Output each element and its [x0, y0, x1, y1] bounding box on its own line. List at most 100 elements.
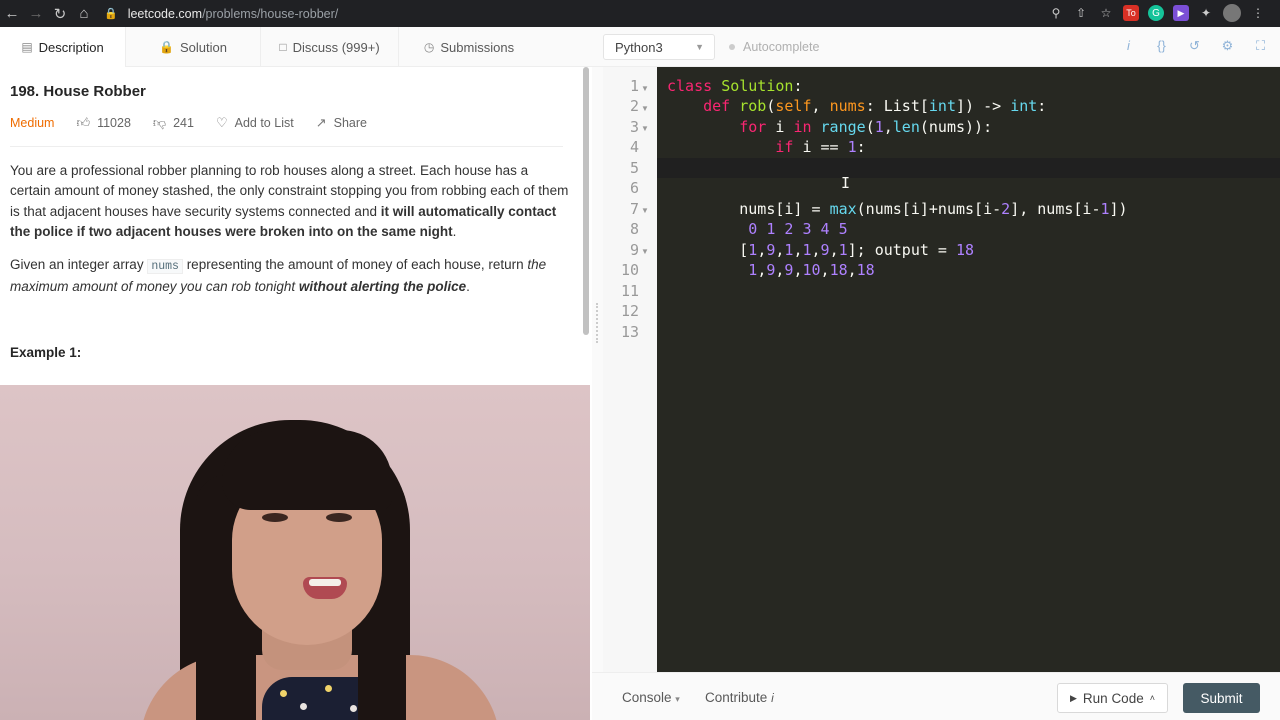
line-number: 12	[620, 302, 639, 320]
panel-splitter[interactable]	[592, 67, 603, 672]
chevron-down-icon: ▾	[675, 694, 680, 704]
fold-arrow-icon[interactable]: ▼	[641, 247, 649, 256]
back-icon[interactable]: ←	[0, 0, 24, 27]
share-button[interactable]: ↗ Share	[316, 115, 367, 131]
share-icon: ↗	[315, 115, 327, 130]
extension-red-icon[interactable]: To	[1123, 5, 1139, 21]
language-select[interactable]: Python3 ▼	[603, 34, 715, 60]
fold-arrow-icon[interactable]: ▼	[641, 104, 649, 113]
heart-icon: ♡	[215, 115, 228, 130]
fold-arrow-icon[interactable]: ▼	[641, 84, 649, 93]
forward-icon[interactable]: →	[24, 0, 48, 27]
code-line-1: class Solution:	[667, 77, 803, 95]
fold-arrow-icon[interactable]: ▼	[641, 206, 649, 215]
code-line-9: [1,9,1,1,9,1]; output = 18	[667, 241, 975, 259]
browser-toolbar: ← → ↻ ⌂ 🔒 leetcode.com /problems/house-r…	[0, 0, 1280, 27]
inline-code: nums	[147, 259, 183, 274]
reload-icon[interactable]: ↻	[48, 0, 72, 27]
extensions-puzzle-icon[interactable]: ✦	[1198, 5, 1214, 21]
line-number-gutter	[603, 67, 657, 672]
problem-description: 198. House Robber Medium 👍︎ 11028 👎︎ 241…	[0, 67, 592, 387]
active-line-highlight	[657, 158, 1280, 178]
webcam-video-overlay	[0, 385, 590, 720]
share-page-icon[interactable]: ⇧	[1073, 5, 1089, 21]
share-label: Share	[333, 116, 367, 130]
divider	[10, 146, 563, 147]
url-path: /problems/house-robber/	[202, 6, 339, 21]
tab-discuss[interactable]: □ Discuss (999+)	[261, 27, 399, 67]
language-select-value: Python3	[615, 39, 663, 55]
extension-purple-icon[interactable]: ▶	[1173, 5, 1189, 21]
example-heading: Example 1:	[10, 345, 82, 360]
add-to-list-label: Add to List	[234, 116, 294, 130]
problem-tabs: ▤ Description 🔒 Solution □ Discuss (999+…	[0, 27, 592, 67]
dislikes-count: 241	[173, 116, 194, 130]
description-scrollbar[interactable]	[583, 67, 589, 335]
profile-avatar-icon[interactable]	[1223, 4, 1241, 22]
info-icon[interactable]: i	[1121, 38, 1136, 54]
problem-meta: Medium 👍︎ 11028 👎︎ 241 ♡ Add to List ↗ S…	[10, 115, 389, 131]
problem-title: 198. House Robber	[10, 83, 146, 100]
lock-icon: 🔒	[159, 40, 174, 54]
tab-description[interactable]: ▤ Description	[0, 27, 126, 67]
add-to-list-button[interactable]: ♡ Add to List	[216, 115, 294, 131]
run-code-button[interactable]: ▶ Run Code ˄	[1057, 683, 1168, 713]
code-line-2: def rob(self, nums: List[int]) -> int:	[703, 97, 1047, 115]
line-number: 9	[629, 241, 639, 259]
tab-description-label: Description	[38, 39, 104, 55]
chat-icon: □	[279, 40, 287, 54]
bookmark-star-icon[interactable]: ☆	[1098, 5, 1114, 21]
tab-solution[interactable]: 🔒 Solution	[126, 27, 261, 67]
clock-icon: ◷	[423, 40, 435, 54]
document-icon: ▤	[21, 40, 33, 54]
code-line-7: nums[i] = max(nums[i]+nums[i-2], nums[i-…	[667, 200, 1128, 218]
submit-button[interactable]: Submit	[1183, 683, 1260, 713]
line-number: 6	[629, 179, 639, 197]
line-number: 5	[629, 159, 639, 177]
tab-submissions[interactable]: ◷ Submissions	[399, 27, 539, 67]
problem-paragraph-1: You are a professional robber planning t…	[10, 163, 569, 239]
difficulty-badge: Medium	[10, 116, 55, 130]
console-button[interactable]: Console ▾	[622, 690, 680, 705]
text-cursor-icon: I	[841, 174, 851, 192]
settings-gear-icon[interactable]: ⚙	[1220, 38, 1235, 54]
reset-icon[interactable]: ↺	[1187, 38, 1202, 54]
like-button[interactable]: 👍︎ 11028	[76, 115, 130, 131]
fullscreen-icon[interactable]: ⛶	[1253, 38, 1268, 54]
drag-handle-icon[interactable]	[596, 303, 598, 343]
line-number: 8	[629, 220, 639, 238]
braces-icon[interactable]: {}	[1154, 38, 1169, 54]
grammarly-icon[interactable]: G	[1148, 5, 1164, 21]
play-icon: ▶	[1070, 692, 1077, 703]
line-number: 1	[629, 77, 639, 95]
status-dot-icon	[729, 44, 735, 50]
menu-kebab-icon[interactable]: ⋮	[1250, 5, 1266, 21]
line-number: 13	[620, 323, 639, 341]
code-line-3: for i in range(1,len(nums)):	[739, 118, 993, 136]
thumbs-up-icon: 👍︎	[76, 115, 91, 130]
autocomplete-label: Autocomplete	[743, 40, 820, 54]
line-number: 4	[629, 138, 639, 156]
editor-toolbar: Python3 ▼ Autocomplete i {} ↺ ⚙ ⛶	[592, 27, 1280, 67]
home-icon[interactable]: ⌂	[72, 0, 96, 27]
tab-submissions-label: Submissions	[440, 39, 515, 55]
tab-discuss-label: Discuss (999+)	[292, 39, 380, 55]
line-number: 10	[620, 261, 639, 279]
lock-icon: 🔒	[104, 8, 118, 20]
line-number: 2	[629, 97, 639, 115]
code-line-8: 0 1 2 3 4 5	[748, 220, 848, 238]
code-line-10: 1,9,9,10,18,18	[748, 261, 875, 279]
url-host: leetcode.com	[127, 6, 203, 21]
autocomplete-toggle[interactable]: Autocomplete	[729, 40, 819, 54]
thumbs-down-icon: 👎︎	[152, 115, 167, 130]
fold-arrow-icon[interactable]: ▼	[641, 124, 649, 133]
zoom-icon[interactable]: ⚲	[1048, 5, 1064, 21]
chevron-up-icon: ˄	[1149, 693, 1155, 703]
chevron-down-icon: ▼	[695, 42, 704, 52]
dislike-button[interactable]: 👎︎ 241	[153, 115, 194, 131]
bottom-bar: Console ▾ Contribute i ▶ Run Code ˄ Subm…	[592, 672, 1280, 720]
code-line-4: if i == 1:	[775, 138, 866, 156]
tab-solution-label: Solution	[179, 39, 227, 55]
contribute-button[interactable]: Contribute i	[705, 690, 774, 705]
info-icon: i	[771, 691, 774, 705]
